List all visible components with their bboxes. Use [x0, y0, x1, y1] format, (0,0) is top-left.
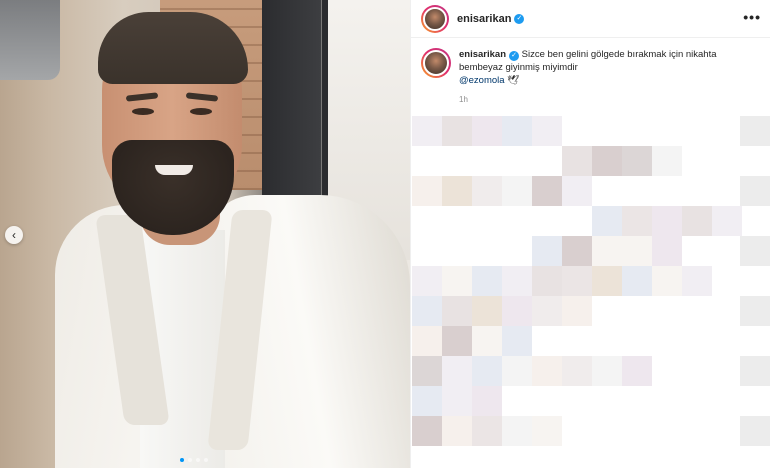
blur-pixel — [502, 176, 532, 206]
blur-pixel — [502, 416, 532, 446]
more-options-button[interactable]: ••• — [743, 9, 761, 25]
blur-pixel — [412, 176, 442, 206]
blur-pixel — [740, 356, 770, 386]
blur-pixel — [472, 416, 502, 446]
blur-pixel — [740, 176, 770, 206]
caption-username[interactable]: enisarikan — [459, 49, 506, 60]
blur-pixel — [712, 206, 742, 236]
carousel-dots — [180, 458, 208, 462]
blur-pixel — [622, 266, 652, 296]
blur-pixel — [412, 116, 442, 146]
caption: enisarikan ✓ Sizce ben gelini gölgede bır… — [421, 48, 761, 106]
blur-pixel — [622, 146, 652, 176]
blur-pixel — [622, 356, 652, 386]
blur-pixel — [472, 326, 502, 356]
blur-pixel — [472, 116, 502, 146]
blur-pixel — [502, 116, 532, 146]
dove-emoji: 🕊 — [507, 75, 520, 86]
mention-link[interactable]: @ezomola — [459, 75, 505, 86]
blur-pixel — [472, 296, 502, 326]
username[interactable]: enisarikan — [457, 13, 511, 25]
blur-pixel — [562, 236, 592, 266]
blur-pixel — [442, 356, 472, 386]
blur-pixel — [442, 296, 472, 326]
blur-pixel — [442, 326, 472, 356]
carousel-dot — [180, 458, 184, 462]
blur-pixel — [562, 146, 592, 176]
blur-pixel — [592, 146, 622, 176]
carousel-dot — [196, 458, 200, 462]
blur-pixel — [622, 206, 652, 236]
blur-pixel — [412, 386, 442, 416]
blur-pixel — [412, 266, 442, 296]
blur-pixel — [652, 146, 682, 176]
blur-pixel — [412, 326, 442, 356]
blur-pixel — [682, 206, 712, 236]
post-photo[interactable]: ‹ — [0, 0, 410, 468]
blur-pixel — [442, 176, 472, 206]
blur-pixel — [740, 296, 770, 326]
blur-pixel — [412, 356, 442, 386]
blur-pixel — [472, 356, 502, 386]
avatar[interactable] — [421, 4, 449, 33]
blur-pixel — [472, 266, 502, 296]
blur-pixel — [532, 116, 562, 146]
blur-pixel — [652, 266, 682, 296]
blur-pixel — [442, 116, 472, 146]
verified-badge-icon: ✓ — [514, 13, 525, 24]
blur-pixel — [442, 386, 472, 416]
blur-pixel — [622, 236, 652, 266]
blur-pixel — [592, 206, 622, 236]
blur-pixel — [412, 296, 442, 326]
blur-pixel — [502, 356, 532, 386]
blur-pixel — [502, 326, 532, 356]
instagram-post: ‹ enisarikan ✓ ••• enisarikan ✓ Sizce ben… — [0, 0, 770, 468]
carousel-prev-button[interactable]: ‹ — [5, 226, 23, 244]
post-time: 1h — [459, 95, 468, 104]
blur-pixel — [562, 356, 592, 386]
blur-pixel — [652, 206, 682, 236]
blur-pixel — [592, 236, 622, 266]
blur-pixel — [472, 176, 502, 206]
blur-pixel — [532, 416, 562, 446]
blur-pixel — [592, 266, 622, 296]
blur-pixel — [502, 296, 532, 326]
blurred-comments-area — [412, 116, 770, 468]
blur-pixel — [652, 236, 682, 266]
blur-pixel — [682, 266, 712, 296]
blur-pixel — [592, 356, 622, 386]
blur-pixel — [562, 176, 592, 206]
blur-pixel — [740, 116, 770, 146]
blur-pixel — [532, 296, 562, 326]
blur-pixel — [532, 356, 562, 386]
blur-pixel — [532, 176, 562, 206]
blur-pixel — [740, 236, 770, 266]
blur-pixel — [740, 416, 770, 446]
carousel-dot — [204, 458, 208, 462]
carousel-dot — [188, 458, 192, 462]
man-in-white-suit — [40, 10, 410, 468]
post-header: enisarikan ✓ ••• — [411, 0, 770, 38]
blur-pixel — [532, 236, 562, 266]
caption-avatar[interactable] — [421, 48, 451, 78]
blur-pixel — [442, 416, 472, 446]
blur-pixel — [472, 386, 502, 416]
blur-pixel — [532, 266, 562, 296]
blur-pixel — [442, 266, 472, 296]
blur-pixel — [412, 416, 442, 446]
blur-pixel — [562, 266, 592, 296]
blur-pixel — [562, 296, 592, 326]
verified-badge-icon: ✓ — [509, 51, 519, 61]
blur-pixel — [502, 266, 532, 296]
